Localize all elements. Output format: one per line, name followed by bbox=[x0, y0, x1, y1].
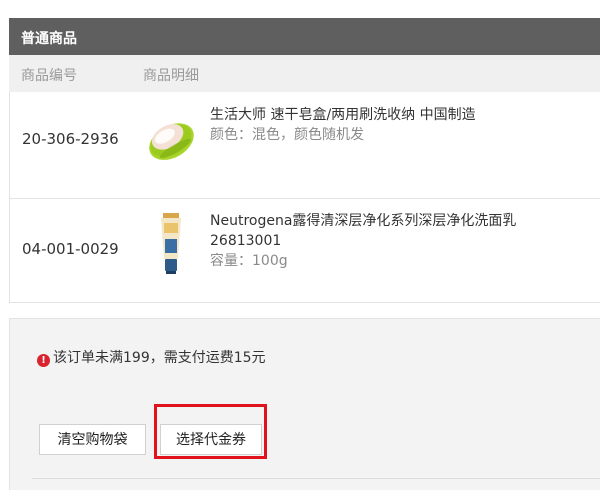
warning-icon: ! bbox=[37, 354, 50, 367]
divider bbox=[32, 478, 600, 479]
product-name[interactable]: 生活大师 速干皂盒/两用刷洗收纳 中国制造 bbox=[210, 105, 590, 125]
product-info: 生活大师 速干皂盒/两用刷洗收纳 中国制造 颜色：混色，颜色随机发 bbox=[210, 105, 590, 145]
column-header-detail: 商品明细 bbox=[143, 68, 199, 84]
column-header-code: 商品编号 bbox=[21, 68, 77, 84]
product-sku: 26813001 bbox=[210, 233, 282, 249]
product-list: 20-306-2936 生活大师 速干皂盒/两用刷洗收纳 中国制造 颜色：混色，… bbox=[9, 92, 600, 303]
section-header: 普通商品 bbox=[9, 18, 600, 55]
cleanser-tube-image[interactable] bbox=[140, 211, 200, 277]
clear-cart-button[interactable]: 清空购物袋 bbox=[39, 424, 146, 455]
shipping-notice-text: 该订单未满199，需支付运费15元 bbox=[53, 350, 266, 366]
product-attribute: 容量：100g bbox=[210, 253, 288, 269]
shipping-notice: ! 该订单未满199，需支付运费15元 bbox=[37, 347, 266, 367]
product-row: 04-001-0029 Neutrogena露得清深层净化系列深层净化洗面乳 2… bbox=[10, 199, 600, 302]
product-code: 20-306-2936 bbox=[22, 130, 119, 148]
product-attribute: 颜色：混色，颜色随机发 bbox=[210, 127, 364, 143]
product-code: 04-001-0029 bbox=[22, 240, 119, 258]
section-title: 普通商品 bbox=[21, 31, 77, 47]
product-name[interactable]: Neutrogena露得清深层净化系列深层净化洗面乳 bbox=[210, 211, 590, 231]
product-info: Neutrogena露得清深层净化系列深层净化洗面乳 26813001 容量：1… bbox=[210, 211, 590, 271]
soap-dish-image[interactable] bbox=[140, 106, 200, 172]
shopping-cart-page: 普通商品 商品编号 商品明细 20-306-2936 生活大师 速干皂盒/两用刷… bbox=[0, 0, 600, 490]
highlight-box bbox=[154, 404, 267, 459]
order-summary: ! 该订单未满199，需支付运费15元 清空购物袋 选择代金券 bbox=[9, 318, 600, 490]
column-header-row: 商品编号 商品明细 bbox=[9, 55, 600, 92]
product-row: 20-306-2936 生活大师 速干皂盒/两用刷洗收纳 中国制造 颜色：混色，… bbox=[10, 92, 600, 199]
